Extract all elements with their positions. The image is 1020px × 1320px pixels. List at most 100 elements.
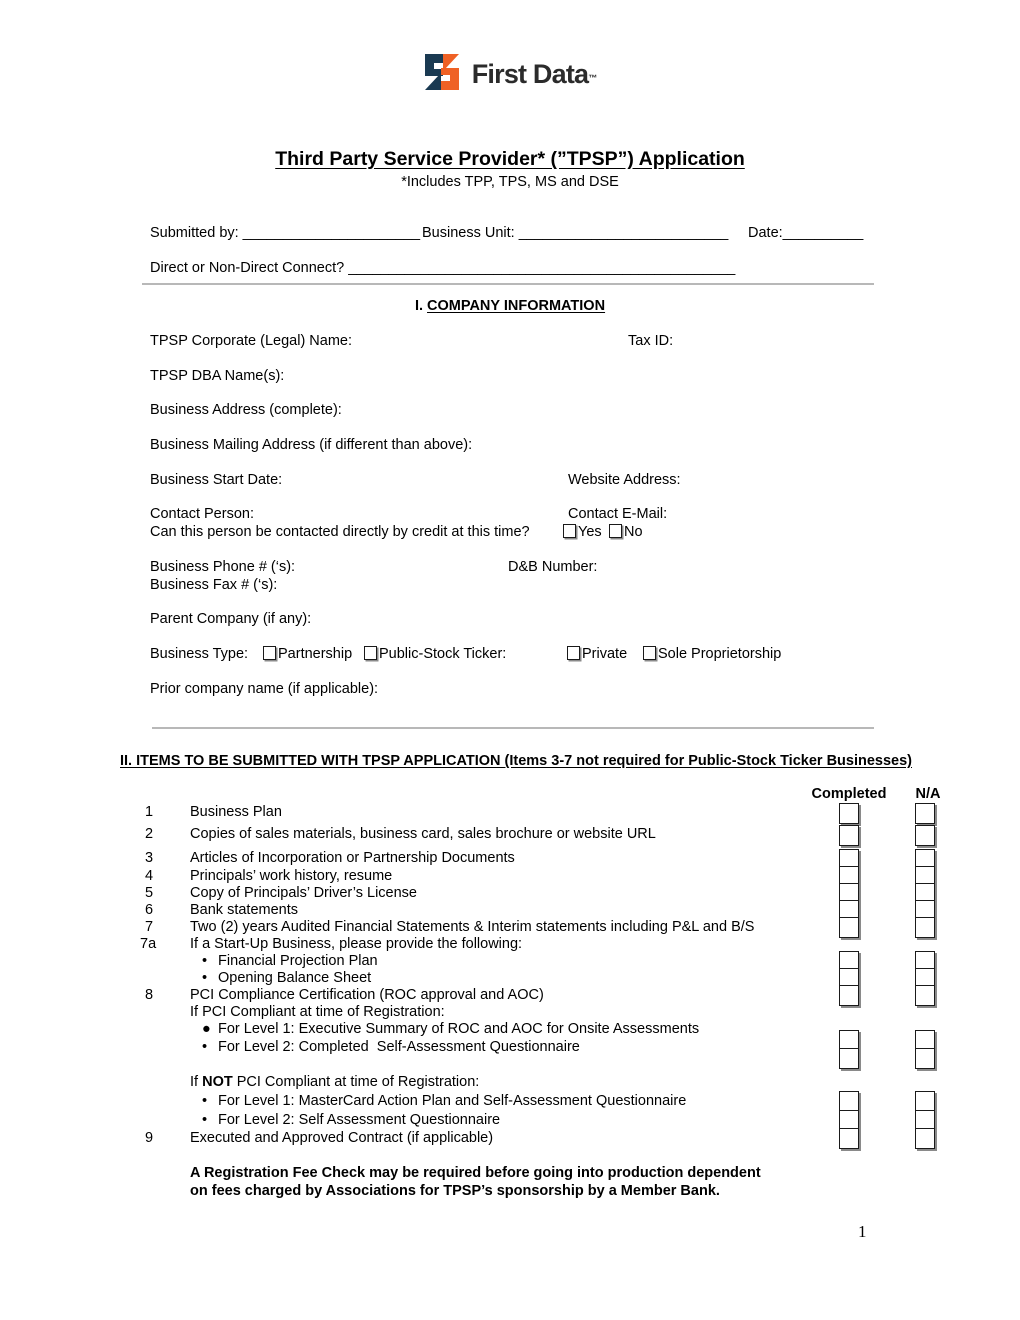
date-field[interactable]: Date:__________: [748, 224, 863, 242]
field-tpsp-dba-name[interactable]: TPSP DBA Name(s):: [150, 367, 284, 385]
checkbox-pci-level2-completed[interactable]: [839, 1048, 859, 1069]
list-item: Articles of Incorporation or Partnership…: [190, 850, 515, 866]
field-tax-id[interactable]: Tax ID:: [628, 332, 673, 350]
list-item: Financial Projection Plan: [218, 953, 378, 969]
field-prior-company-name[interactable]: Prior company name (if applicable):: [150, 680, 378, 698]
bullet-marker-icon: •: [202, 970, 208, 986]
list-item: Bank statements: [190, 902, 298, 918]
brand-logo: First Data™: [0, 52, 1020, 97]
field-business-address[interactable]: Business Address (complete):: [150, 401, 342, 419]
label-business-type-partnership: Partnership: [278, 646, 353, 662]
item-number: 2: [145, 826, 154, 842]
label-business-type-sole-proprietorship: Sole Proprietorship: [658, 646, 782, 662]
field-contact-person[interactable]: Contact Person:: [150, 505, 254, 523]
item-number: 8: [145, 987, 154, 1003]
first-data-logo-icon: [423, 52, 461, 97]
page-number: 1: [858, 1222, 867, 1241]
checkbox-item-7-completed[interactable]: [839, 917, 859, 938]
registration-fee-note-line-2: on fees charged by Associations for TPSP…: [190, 1183, 720, 1199]
registration-fee-note-line-1: A Registration Fee Check may be required…: [190, 1165, 761, 1181]
submitted-by-field[interactable]: Submitted by: ______________________: [150, 224, 420, 242]
checkbox-item-8-na[interactable]: [915, 985, 935, 1006]
item-number: 4: [145, 868, 154, 884]
pci-not-heading-post: PCI Compliant at time of Registration:: [232, 1074, 480, 1090]
list-item: Copy of Principals’ Driver’s License: [190, 885, 417, 901]
checkbox-item-1-completed[interactable]: [839, 803, 859, 824]
checkbox-item-8-completed[interactable]: [839, 985, 859, 1006]
item-number: 7a: [140, 936, 157, 952]
contact-permission-question: Can this person be contacted directly by…: [150, 524, 530, 540]
checkbox-business-type-partnership[interactable]: [263, 646, 276, 660]
label-business-type-public-stock: Public-Stock Ticker:: [379, 646, 507, 662]
field-business-mailing-address[interactable]: Business Mailing Address (if different t…: [150, 436, 472, 454]
item-number: 3: [145, 850, 154, 866]
page-title: Third Party Service Provider* (”TPSP”) A…: [275, 148, 745, 170]
column-header-completed: Completed: [811, 786, 887, 802]
checkbox-noncompliant-level1-na[interactable]: [915, 1091, 935, 1112]
bullet-marker-icon: •: [202, 1112, 208, 1128]
list-item: If a Start-Up Business, please provide t…: [190, 936, 523, 952]
list-item: Opening Balance Sheet: [218, 970, 372, 986]
field-business-phone[interactable]: Business Phone # (‘s):: [150, 558, 295, 576]
list-item: PCI Compliance Certification (ROC approv…: [190, 987, 544, 1003]
checkbox-item-2-completed[interactable]: [839, 825, 859, 846]
label-business-type: Business Type:: [150, 646, 249, 662]
checkbox-business-type-sole-proprietorship[interactable]: [643, 646, 656, 660]
field-tpsp-corporate-name[interactable]: TPSP Corporate (Legal) Name:: [150, 332, 352, 350]
list-item: Two (2) years Audited Financial Statemen…: [190, 919, 755, 935]
item-number: 6: [145, 902, 154, 918]
divider-top: [142, 283, 874, 285]
section-2-heading: II. ITEMS TO BE SUBMITTED WITH TPSP APPL…: [120, 752, 912, 770]
field-business-fax[interactable]: Business Fax # (‘s):: [150, 576, 277, 594]
trademark-symbol: ™: [588, 73, 598, 83]
checkbox-item-2-na[interactable]: [915, 825, 935, 846]
divider-middle: [152, 727, 874, 729]
field-business-start-date[interactable]: Business Start Date:: [150, 471, 282, 489]
checkbox-pci-level2-na[interactable]: [915, 1048, 935, 1069]
field-contact-email[interactable]: Contact E-Mail:: [568, 505, 667, 523]
section-2-subtitle: (Items 3-7 not required for Public-Stock…: [500, 753, 913, 769]
list-item: Business Plan: [190, 804, 282, 820]
list-item: Executed and Approved Contract (if appli…: [190, 1130, 494, 1146]
bullet-marker-icon: •: [202, 1039, 208, 1055]
bullet-marker-icon: ●: [202, 1021, 211, 1037]
item-number: 1: [145, 804, 154, 820]
field-parent-company[interactable]: Parent Company (if any):: [150, 610, 311, 628]
checkbox-contact-no[interactable]: [609, 524, 622, 538]
field-website-address[interactable]: Website Address:: [568, 471, 681, 489]
column-header-na: N/A: [915, 786, 941, 802]
section-1-title: COMPANY INFORMATION: [427, 298, 606, 314]
checkbox-noncompliant-level1-completed[interactable]: [839, 1091, 859, 1112]
list-item: For Level 1: Executive Summary of ROC an…: [218, 1021, 700, 1037]
document-page: First Data™ Third Party Service Provider…: [0, 0, 1020, 1320]
bullet-marker-icon: •: [202, 953, 208, 969]
list-item: For Level 2: Self Assessment Questionnai…: [218, 1112, 501, 1128]
section-1-heading: I. COMPANY INFORMATION: [0, 297, 1020, 315]
item-number: 9: [145, 1130, 154, 1146]
business-unit-field[interactable]: Business Unit: _________________________…: [422, 224, 728, 242]
checkbox-contact-yes[interactable]: [563, 524, 576, 538]
checkbox-item-9-na[interactable]: [915, 1128, 935, 1149]
checkbox-item-7-na[interactable]: [915, 917, 935, 938]
section-1-number: I.: [414, 298, 428, 314]
pci-not-heading-pre: If: [190, 1074, 203, 1090]
pci-not-compliant-heading: If NOT PCI Compliant at time of Registra…: [190, 1074, 479, 1090]
list-item: Copies of sales materials, business card…: [190, 826, 656, 842]
pci-not-heading-emphasis: NOT: [202, 1074, 233, 1090]
checkbox-item-1-na[interactable]: [915, 803, 935, 824]
section-2-title: II. ITEMS TO BE SUBMITTED WITH TPSP APPL…: [120, 753, 501, 769]
connect-type-field[interactable]: Direct or Non-Direct Connect? __________…: [150, 259, 735, 277]
checkbox-business-type-public-stock[interactable]: [364, 646, 377, 660]
page-subtitle: *Includes TPP, TPS, MS and DSE: [401, 174, 619, 190]
checkbox-business-type-private[interactable]: [567, 646, 580, 660]
list-item: For Level 2: Completed Self-Assessment Q…: [218, 1039, 580, 1055]
bullet-marker-icon: •: [202, 1093, 208, 1109]
label-contact-yes: Yes: [578, 524, 602, 540]
list-item: Principals’ work history, resume: [190, 868, 393, 884]
list-item: For Level 1: MasterCard Action Plan and …: [218, 1093, 687, 1109]
label-business-type-private: Private: [582, 646, 628, 662]
field-dnb-number[interactable]: D&B Number:: [508, 558, 597, 576]
checkbox-item-9-completed[interactable]: [839, 1128, 859, 1149]
label-contact-no: No: [624, 524, 643, 540]
item-number: 7: [145, 919, 154, 935]
